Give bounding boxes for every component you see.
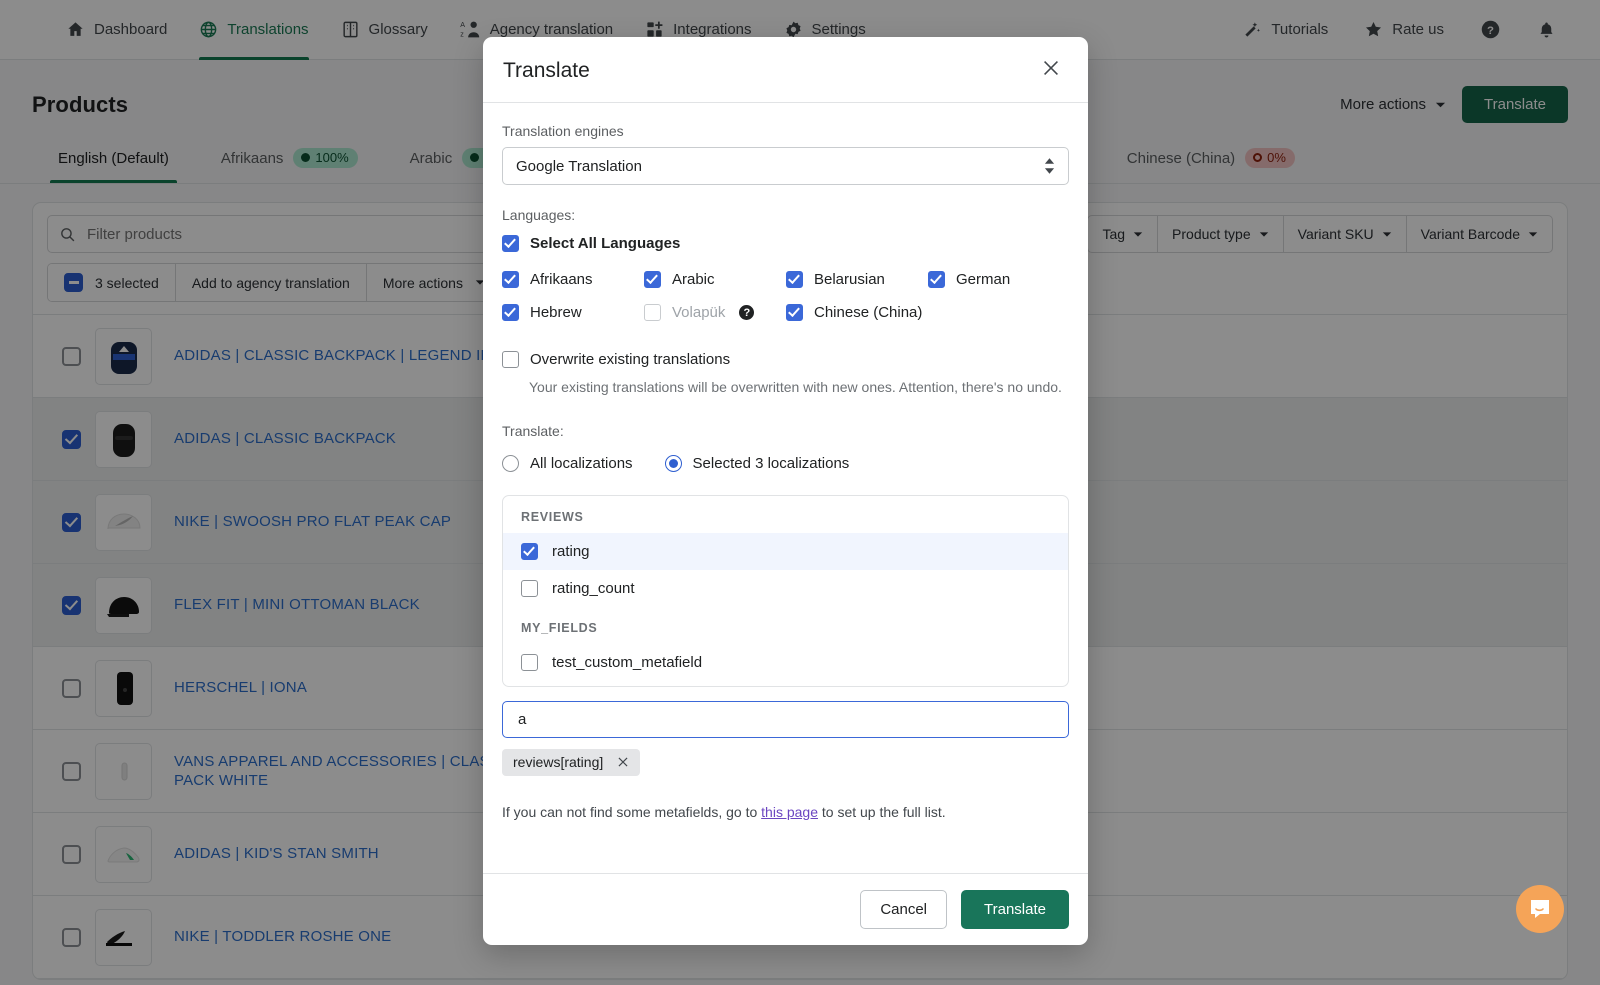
select-all-languages-checkbox[interactable] bbox=[502, 235, 519, 252]
metafields-dropdown-list: REVIEWS rating rating_count MY_FIELDS te… bbox=[502, 495, 1069, 687]
language-checkbox[interactable] bbox=[502, 271, 519, 288]
select-all-languages-label: Select All Languages bbox=[530, 235, 681, 252]
radio-button[interactable] bbox=[664, 455, 682, 472]
select-stepper-icon bbox=[1044, 158, 1055, 174]
metafield-group-heading: REVIEWS bbox=[521, 510, 584, 524]
language-option-afrikaans[interactable]: Afrikaans bbox=[502, 271, 644, 288]
metafields-settings-link[interactable]: this page bbox=[761, 804, 818, 820]
language-label: Arabic bbox=[672, 271, 715, 288]
modal-title: Translate bbox=[503, 58, 590, 82]
language-checkbox-grid: Afrikaans Arabic Belarusian German Hebre… bbox=[502, 271, 1069, 321]
language-label: Belarusian bbox=[814, 271, 885, 288]
language-option-belarusian[interactable]: Belarusian bbox=[786, 271, 928, 288]
modal-body: Translation engines Google Translation L… bbox=[483, 103, 1088, 873]
radio-selected-localizations[interactable]: Selected 3 localizations bbox=[664, 455, 850, 472]
metafields-hint: If you can not find some metafields, go … bbox=[502, 804, 1069, 820]
selected-metafield-tags: reviews[rating] bbox=[502, 738, 1069, 776]
metafield-option-rating[interactable]: rating bbox=[503, 533, 1068, 570]
overwrite-help-text: Your existing translations will be overw… bbox=[529, 379, 1062, 395]
language-checkbox[interactable] bbox=[502, 304, 519, 321]
metafield-checkbox[interactable] bbox=[521, 543, 538, 560]
hint-suffix: to set up the full list. bbox=[817, 804, 946, 820]
language-label: Hebrew bbox=[530, 304, 582, 321]
metafield-search-input-wrapper[interactable] bbox=[502, 701, 1069, 738]
language-label: German bbox=[956, 271, 1011, 288]
language-label: Afrikaans bbox=[530, 271, 593, 288]
metafield-label: test_custom_metafield bbox=[552, 654, 703, 671]
overwrite-existing-label: Overwrite existing translations bbox=[530, 351, 731, 368]
hint-prefix: If you can not find some metafields, go … bbox=[502, 804, 762, 820]
language-checkbox[interactable] bbox=[786, 304, 803, 321]
radio-button[interactable] bbox=[502, 455, 519, 472]
radio-label: Selected 3 localizations bbox=[692, 455, 850, 472]
radio-all-localizations[interactable]: All localizations bbox=[502, 455, 633, 472]
metafield-label: rating_count bbox=[552, 580, 635, 597]
translate-modal: Translate Translation engines Google Tra… bbox=[483, 37, 1088, 945]
overwrite-existing-checkbox[interactable] bbox=[502, 351, 519, 368]
translate-scope-radio-group: All localizations Selected 3 localizatio… bbox=[502, 455, 1069, 472]
cancel-button[interactable]: Cancel bbox=[860, 890, 948, 929]
metafield-label: rating bbox=[552, 543, 590, 560]
language-option-arabic[interactable]: Arabic bbox=[644, 271, 786, 288]
overwrite-existing-row[interactable]: Overwrite existing translations bbox=[502, 351, 1069, 368]
language-checkbox bbox=[644, 304, 661, 321]
language-option-chinese[interactable]: Chinese (China) bbox=[786, 304, 1070, 321]
language-option-hebrew[interactable]: Hebrew bbox=[502, 304, 644, 321]
metafield-option-rating-count[interactable]: rating_count bbox=[503, 570, 1068, 607]
modal-header: Translate bbox=[483, 37, 1088, 103]
translation-engine-select[interactable]: Google Translation bbox=[502, 147, 1069, 185]
language-label: Chinese (China) bbox=[814, 304, 923, 321]
metafield-checkbox[interactable] bbox=[521, 654, 538, 671]
close-icon[interactable] bbox=[1040, 57, 1062, 84]
chat-support-button[interactable] bbox=[1516, 885, 1564, 933]
languages-label: Languages: bbox=[502, 207, 576, 223]
metafield-checkbox[interactable] bbox=[521, 580, 538, 597]
language-option-german[interactable]: German bbox=[928, 271, 1070, 288]
select-all-languages-row[interactable]: Select All Languages bbox=[502, 235, 1069, 252]
metafield-option-test-custom-metafield[interactable]: test_custom_metafield bbox=[503, 644, 1068, 686]
modal-footer: Cancel Translate bbox=[483, 873, 1088, 945]
metafield-tag-label: reviews[rating] bbox=[513, 754, 604, 770]
metafield-group-heading: MY_FIELDS bbox=[521, 621, 598, 635]
question-circle-icon[interactable]: ? bbox=[739, 305, 755, 320]
translate-scope-label: Translate: bbox=[502, 423, 564, 439]
radio-label: All localizations bbox=[530, 455, 633, 472]
confirm-translate-button[interactable]: Translate bbox=[961, 890, 1069, 929]
metafield-tag: reviews[rating] bbox=[502, 749, 641, 776]
language-label: Volapük bbox=[672, 304, 726, 321]
chat-bubble-icon bbox=[1527, 896, 1553, 922]
language-checkbox[interactable] bbox=[928, 271, 945, 288]
translation-engine-value: Google Translation bbox=[516, 157, 642, 175]
metafield-search-input[interactable] bbox=[516, 710, 1055, 729]
language-checkbox[interactable] bbox=[786, 271, 803, 288]
language-option-volapuk: Volapük ? bbox=[644, 304, 786, 321]
close-icon[interactable] bbox=[616, 755, 630, 769]
translation-engines-label: Translation engines bbox=[502, 123, 624, 139]
language-checkbox[interactable] bbox=[644, 271, 661, 288]
